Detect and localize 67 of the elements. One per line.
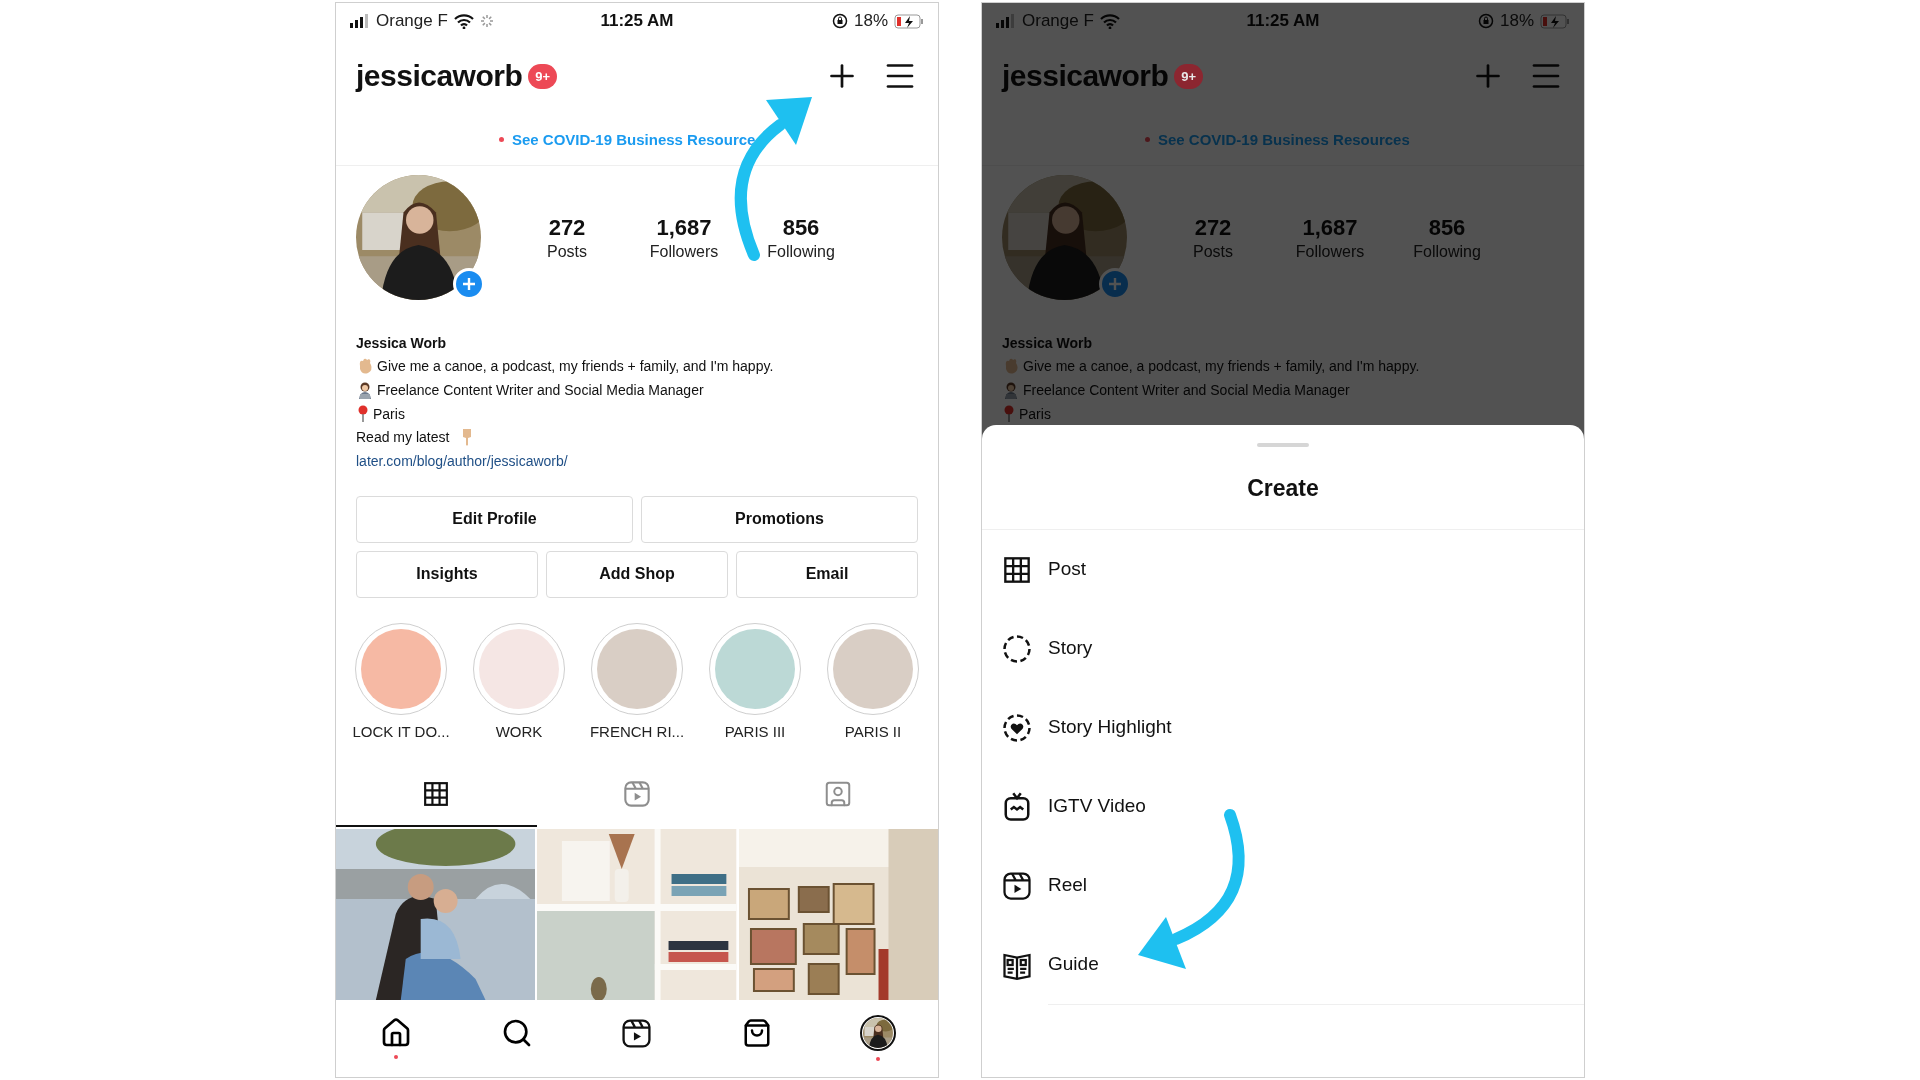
- clock-time: 11:25 AM: [600, 11, 674, 31]
- stat-value: 1,687: [656, 214, 712, 241]
- profile-action-button[interactable]: Email: [736, 550, 918, 598]
- stat-value: 272: [1194, 214, 1232, 241]
- stat-value: 1,687: [1302, 214, 1358, 241]
- sheet-handle[interactable]: [1257, 443, 1309, 447]
- carrier-name: Orange F: [1022, 11, 1094, 31]
- bio-line: Paris: [373, 405, 405, 422]
- profile-action-button[interactable]: Add Shop: [546, 550, 728, 598]
- dashed-circle-icon: [1002, 633, 1032, 664]
- stat-value: 856: [782, 214, 820, 241]
- stat-value: 856: [1428, 214, 1466, 241]
- carrier-name: Orange F: [376, 11, 448, 31]
- pin-icon: [356, 404, 370, 423]
- stat-label: Followers: [649, 242, 719, 261]
- profile-action-button[interactable]: Edit Profile: [356, 495, 633, 543]
- bio-line: Give me a canoe, a podcast, my friends + family, and I'm happy.: [1023, 358, 1420, 375]
- story-highlight[interactable]: [473, 622, 565, 715]
- wifi-icon: [453, 13, 474, 29]
- highlight-label: WORK: [495, 722, 543, 740]
- bio-line: Give me a canoe, a podcast, my friends + family, and I'm happy.: [377, 358, 774, 375]
- clock-time: 11:25 AM: [1246, 11, 1320, 31]
- username: jessicaworb: [356, 59, 523, 93]
- wifi-icon: [1099, 13, 1120, 29]
- rotation-lock-icon: [1477, 13, 1494, 29]
- bio-link[interactable]: later.com/blog/author/jessicaworb/: [356, 452, 568, 469]
- stat-label: Following: [1413, 242, 1481, 261]
- stat-label: Followers: [1295, 242, 1365, 261]
- bio-line: Read my latest: [356, 429, 450, 446]
- tv-icon: [1002, 791, 1032, 822]
- bio-line: Freelance Content Writer and Social Media Manager: [1023, 382, 1350, 398]
- stat-label: Following: [767, 242, 835, 261]
- banner-dot: [1145, 136, 1150, 142]
- profile-name: Jessica Worb: [356, 334, 446, 351]
- reels-icon: [621, 1017, 653, 1049]
- shopping-bag-icon: [742, 1018, 773, 1049]
- heart-circle-icon: [1002, 712, 1032, 743]
- stat-value: 272: [548, 214, 586, 241]
- pin-icon: [1002, 404, 1016, 423]
- banner-dot: [499, 136, 504, 142]
- reels-icon: [1002, 870, 1032, 901]
- notification-badge: 9+: [528, 63, 558, 89]
- battery-icon: [1540, 13, 1570, 29]
- notification-badge: 9+: [1174, 63, 1204, 89]
- grid-icon: [423, 781, 450, 808]
- person-at-laptop-icon: [356, 381, 374, 399]
- bio-line: Paris: [1019, 405, 1051, 422]
- highlight-label: LOCK IT DO...: [352, 722, 450, 740]
- battery-icon: [894, 13, 924, 29]
- profile-name: Jessica Worb: [1002, 334, 1092, 351]
- person-at-laptop-icon: [1002, 381, 1020, 399]
- signal-icon: [996, 14, 1016, 28]
- profile-action-button[interactable]: Insights: [356, 550, 538, 598]
- stat-label: Posts: [1193, 242, 1233, 261]
- rotation-lock-icon: [831, 13, 848, 29]
- bio-line: Freelance Content Writer and Social Media Manager: [377, 382, 704, 398]
- battery-percent: 18%: [1499, 11, 1534, 31]
- highlight-label: PARIS III: [724, 722, 786, 740]
- username: jessicaworb: [1002, 59, 1169, 93]
- grid-icon: [1003, 555, 1031, 584]
- reels-icon: [623, 780, 651, 809]
- signal-icon: [350, 14, 370, 28]
- stat-label: Posts: [547, 242, 587, 261]
- battery-percent: 18%: [853, 11, 888, 31]
- highlight-label: FRENCH RI...: [589, 722, 685, 740]
- profile-action-button[interactable]: Promotions: [641, 495, 918, 543]
- highlight-label: PARIS II: [844, 722, 902, 740]
